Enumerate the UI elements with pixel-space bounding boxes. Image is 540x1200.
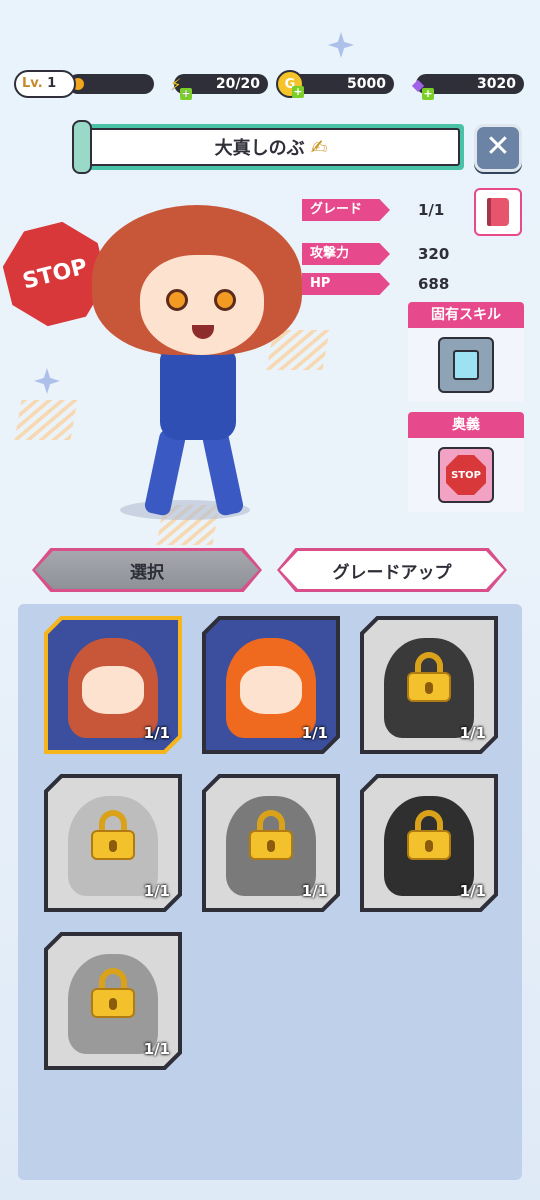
character-card-locked[interactable]: 1/1 [44, 932, 182, 1070]
coin-icon[interactable]: G + [276, 70, 304, 98]
character-card-locked[interactable]: 1/1 [360, 774, 498, 912]
character-face [140, 255, 264, 355]
card-count: 1/1 [301, 882, 328, 900]
card-count: 1/1 [459, 882, 486, 900]
scroll-ornament [72, 120, 92, 174]
book-icon [487, 198, 509, 226]
tab-grade-up[interactable]: グレードアップ [280, 551, 504, 589]
add-energy-icon[interactable]: + [180, 88, 192, 100]
signature-icon: ✍ [310, 135, 328, 159]
lock-icon [407, 810, 451, 861]
level-value: 1 [47, 76, 57, 91]
attack-row: 攻撃力 320 [302, 243, 449, 265]
character-card-locked[interactable]: 1/1 [44, 774, 182, 912]
gem-icon[interactable]: ◆ + [404, 70, 434, 100]
card-count: 1/1 [143, 1040, 170, 1058]
unique-skill-icon [438, 337, 494, 393]
character-portrait: STOP [0, 195, 310, 525]
level-prefix: Lv. [22, 76, 43, 91]
character-body [160, 350, 236, 440]
character-name-banner: 大真しのぶ ✍ [72, 120, 464, 174]
character-roster: 1/1 1/1 1/1 1/1 1/1 1/1 1/1 [18, 604, 522, 1180]
card-count: 1/1 [301, 724, 328, 742]
lock-icon [91, 810, 135, 861]
grade-label: グレード [302, 199, 390, 221]
level-badge: Lv. 1 [14, 70, 76, 98]
hp-row: HP 688 [302, 273, 449, 295]
character-card-locked[interactable]: 1/1 [202, 774, 340, 912]
lock-icon [407, 652, 451, 703]
attack-label: 攻撃力 [302, 243, 390, 265]
lock-icon [249, 810, 293, 861]
character-name: 大真しのぶ [214, 138, 305, 159]
character-card[interactable]: 1/1 [202, 616, 340, 754]
exp-progress-bar [68, 74, 154, 94]
lock-icon [91, 968, 135, 1019]
grade-row: グレード 1/1 [302, 199, 444, 221]
close-icon: ✕ [485, 129, 511, 164]
profile-book-button[interactable] [474, 188, 522, 236]
add-gem-icon[interactable]: + [422, 88, 434, 100]
hp-label: HP [302, 273, 390, 295]
energy-icon[interactable]: ⚡ + [162, 70, 192, 100]
close-button[interactable]: ✕ [474, 124, 522, 172]
card-count: 1/1 [143, 724, 170, 742]
top-status-bar: Lv. 1 ⚡ + 20/20 G + 5000 ◆ + 3020 [14, 70, 526, 100]
character-card-locked[interactable]: 1/1 [360, 616, 498, 754]
card-count: 1/1 [459, 724, 486, 742]
tab-select[interactable]: 選択 [35, 551, 259, 589]
hp-value: 688 [418, 275, 450, 293]
card-count: 1/1 [143, 882, 170, 900]
character-card[interactable]: 1/1 [44, 616, 182, 754]
ultimate-card[interactable]: 奥義 STOP [408, 412, 524, 512]
unique-skill-card[interactable]: 固有スキル [408, 302, 524, 402]
ultimate-label: 奥義 [408, 412, 524, 438]
add-coin-icon[interactable]: + [292, 86, 304, 98]
ultimate-stop-icon: STOP [438, 447, 494, 503]
attack-value: 320 [418, 245, 450, 263]
unique-skill-label: 固有スキル [408, 302, 524, 328]
grade-value: 1/1 [418, 201, 445, 219]
